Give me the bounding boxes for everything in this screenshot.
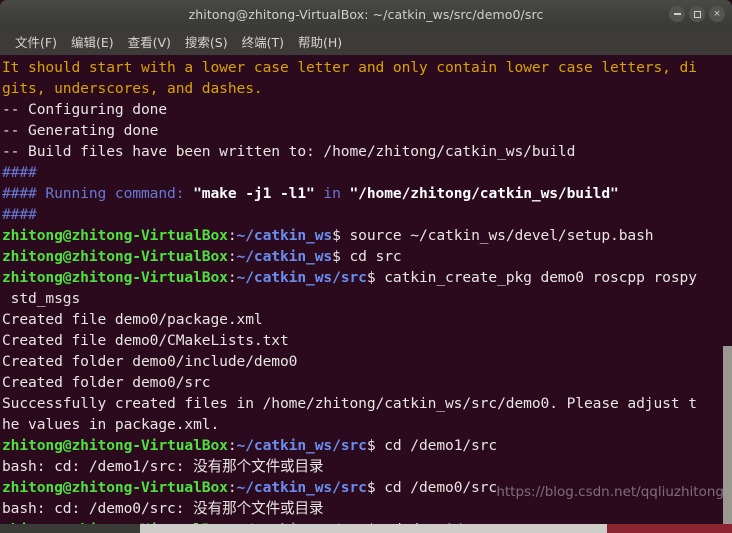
minimize-button[interactable] <box>669 6 685 22</box>
window-controls: × <box>669 0 725 28</box>
output-line: Successfully created files in /home/zhit… <box>2 395 697 412</box>
terminal-scrollbar[interactable] <box>723 55 732 524</box>
output-line: he values in package.xml. <box>2 416 220 433</box>
maximize-button[interactable] <box>689 6 705 22</box>
output-line: It should start with a lower case letter… <box>2 59 697 76</box>
output-line: #### Running command: "make -j1 -l1" in … <box>2 185 619 202</box>
terminal-output[interactable]: It should start with a lower case letter… <box>0 55 732 524</box>
title-bar[interactable]: zhitong@zhitong-VirtualBox: ~/catkin_ws/… <box>0 0 732 28</box>
close-button[interactable]: × <box>709 6 725 22</box>
bottom-strip-left <box>0 524 140 533</box>
bottom-strip <box>0 524 732 533</box>
output-line: Created file demo0/CMakeLists.txt <box>2 332 289 349</box>
scrollbar-thumb[interactable] <box>723 345 732 524</box>
bottom-strip-middle <box>140 524 607 533</box>
output-line: std_msgs <box>2 290 81 307</box>
output-line: -- Generating done <box>2 122 159 139</box>
menu-item-help[interactable]: 帮助(H) <box>291 30 349 53</box>
output-line: Created folder demo0/src <box>2 374 211 391</box>
prompt-line: zhitong@zhitong-VirtualBox:~/catkin_ws/s… <box>2 437 498 454</box>
menu-item-terminal[interactable]: 终端(T) <box>235 30 291 53</box>
prompt-line: zhitong@zhitong-VirtualBox:~/catkin_ws/s… <box>2 479 498 496</box>
output-line: bash: cd: /demo1/src: 没有那个文件或目录 <box>2 458 324 475</box>
prompt-line: zhitong@zhitong-VirtualBox:~/catkin_ws$ … <box>2 248 402 265</box>
prompt-line: zhitong@zhitong-VirtualBox:~/catkin_ws/s… <box>2 519 732 524</box>
terminal-window: zhitong@zhitong-VirtualBox: ~/catkin_ws/… <box>0 0 732 533</box>
output-line: -- Configuring done <box>2 101 168 118</box>
output-line: #### <box>2 206 37 223</box>
menu-item-search[interactable]: 搜索(S) <box>178 30 235 53</box>
menu-item-view[interactable]: 查看(V) <box>121 30 178 53</box>
window-title: zhitong@zhitong-VirtualBox: ~/catkin_ws/… <box>188 6 544 22</box>
prompt-line: zhitong@zhitong-VirtualBox:~/catkin_ws/s… <box>2 269 697 286</box>
output-line: bash: cd: /demo0/src: 没有那个文件或目录 <box>2 500 324 517</box>
output-line: Created file demo0/package.xml <box>2 311 263 328</box>
menu-item-file[interactable]: 文件(F) <box>8 30 64 53</box>
close-icon: × <box>713 8 721 19</box>
output-line: Created folder demo0/include/demo0 <box>2 353 298 370</box>
output-line: gits, underscores, and dashes. <box>2 80 263 97</box>
prompt-line: zhitong@zhitong-VirtualBox:~/catkin_ws$ … <box>2 227 654 244</box>
menu-bar: 文件(F) 编辑(E) 查看(V) 搜索(S) 终端(T) 帮助(H) <box>0 28 732 55</box>
output-line: #### <box>2 164 37 181</box>
output-line: -- Build files have been written to: /ho… <box>2 143 576 160</box>
bottom-strip-right <box>607 524 732 533</box>
menu-item-edit[interactable]: 编辑(E) <box>64 30 121 53</box>
